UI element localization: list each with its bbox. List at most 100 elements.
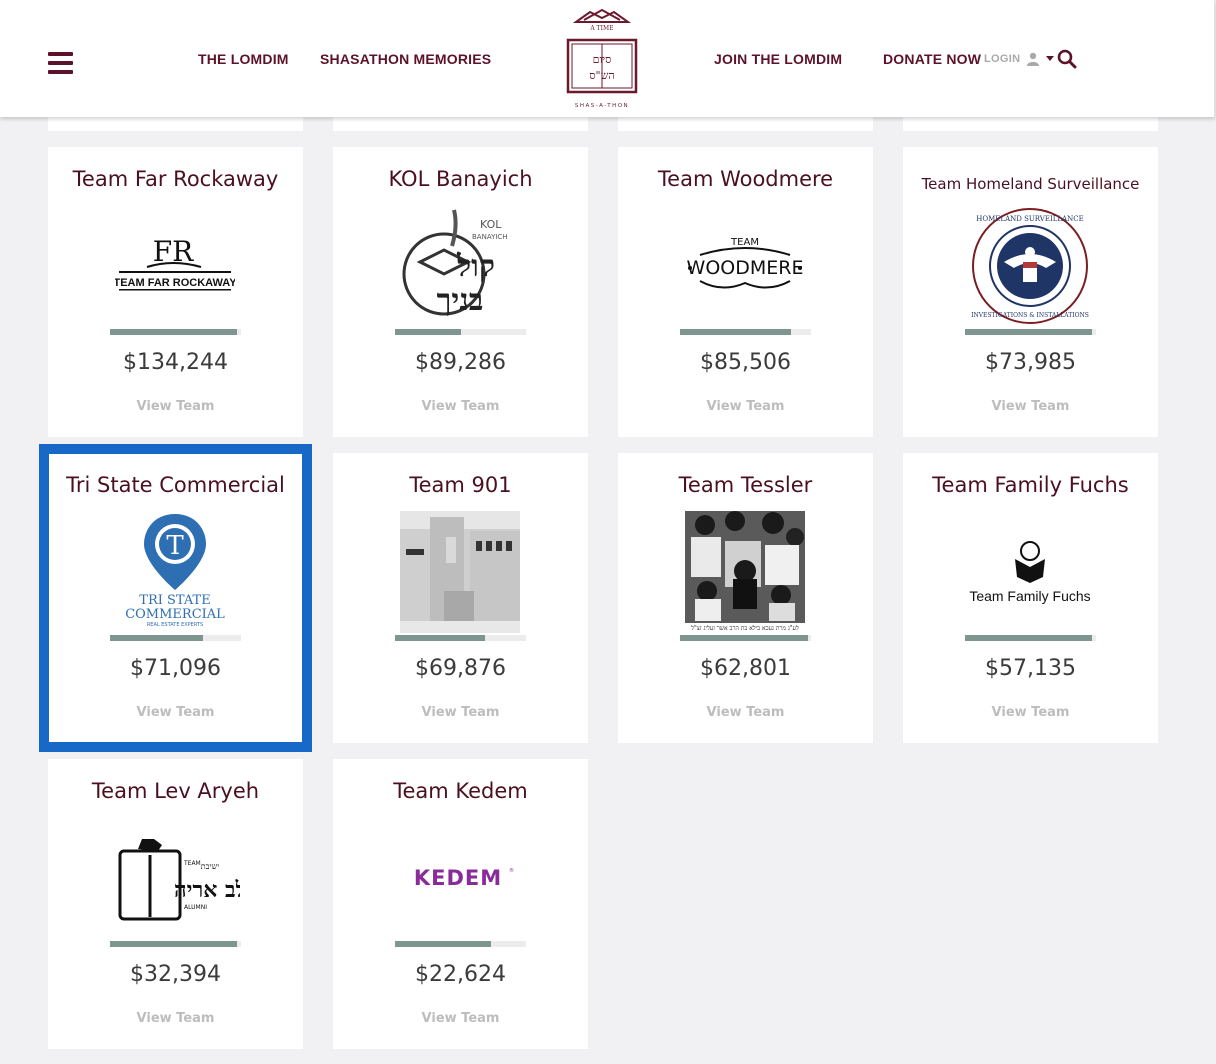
svg-text:HOMELAND SURVEILLANCE: HOMELAND SURVEILLANCE (976, 215, 1083, 223)
svg-text:®: ® (509, 867, 514, 874)
progress-bar (965, 635, 1096, 641)
chevron-down-icon[interactable] (1046, 56, 1054, 62)
raised-amount: $62,801 (700, 656, 791, 681)
svg-text:KEDEM: KEDEM (414, 866, 502, 890)
svg-text:ישיבת: ישיבת (201, 862, 220, 871)
card-partial (48, 117, 303, 131)
svg-text:קול: קול (456, 249, 495, 284)
raised-amount: $32,394 (130, 962, 221, 987)
svg-text:ALUMNI: ALUMNI (184, 904, 207, 911)
svg-text:סיום: סיום (593, 53, 612, 66)
site-logo[interactable]: A TIME סיום הש"ס SHAS-A-THON (560, 6, 644, 110)
progress-bar (110, 635, 241, 641)
raised-amount: $89,286 (415, 350, 506, 375)
menu-icon[interactable] (48, 52, 73, 75)
svg-text:REAL ESTATE EXPERTS: REAL ESTATE EXPERTS (147, 622, 203, 628)
raised-amount: $73,985 (985, 350, 1076, 375)
team-logo: T TRI STATE COMMERCIAL REAL ESTATE EXPER… (100, 511, 250, 633)
search-icon[interactable] (1057, 49, 1077, 69)
svg-text:KOL: KOL (480, 218, 502, 231)
svg-text:T: T (166, 531, 184, 561)
team-logo: לע"נ מרת נעכא בילא בת הרב אשר זעליג זצ"ל (670, 511, 820, 633)
svg-text:INVESTIGATIONS & INSTALLATIONS: INVESTIGATIONS & INSTALLATIONS (971, 312, 1089, 319)
progress-bar (965, 329, 1096, 335)
svg-text:TEAM FAR ROCKAWAY: TEAM FAR ROCKAWAY (115, 277, 235, 289)
svg-text:SHAS-A-THON: SHAS-A-THON (575, 103, 629, 109)
card-partial (903, 117, 1158, 131)
nav-donate-now[interactable]: DONATE NOW (883, 51, 981, 67)
team-name: Team Lev Aryeh (91, 779, 260, 803)
svg-text:לב אריה: לב אריה (174, 877, 240, 903)
team-logo: FR TEAM FAR ROCKAWAY (100, 205, 250, 327)
raised-amount: $22,624 (415, 962, 506, 987)
svg-text:WOODMERE: WOODMERE (687, 257, 804, 279)
raised-amount: $57,135 (985, 656, 1076, 681)
view-team-link[interactable]: View Team (618, 705, 873, 720)
svg-text:Team Family Fuchs: Team Family Fuchs (969, 588, 1090, 604)
raised-amount: $85,506 (700, 350, 791, 375)
nav-shasathon-memories[interactable]: SHASATHON MEMORIES (320, 51, 491, 67)
card-partial (333, 117, 588, 131)
progress-bar (395, 635, 526, 641)
progress-bar (110, 941, 241, 947)
svg-text:COMMERCIAL: COMMERCIAL (125, 607, 225, 622)
team-card-901[interactable]: Team 901 $69,876 View Team (333, 453, 588, 743)
view-team-link[interactable]: View Team (618, 399, 873, 414)
team-logo: TEAM ישיבת לב אריה ALUMNI (100, 817, 250, 939)
view-team-link[interactable]: View Team (333, 399, 588, 414)
raised-amount: $69,876 (415, 656, 506, 681)
view-team-link[interactable]: View Team (48, 705, 303, 720)
team-name: Team Family Fuchs (932, 473, 1129, 497)
raised-amount: $71,096 (130, 656, 221, 681)
raised-amount: $134,244 (123, 350, 228, 375)
team-name: Team Homeland Surveillance (921, 175, 1140, 193)
card-partial (618, 117, 873, 131)
nav-the-lomdim[interactable]: THE LOMDIM (198, 51, 289, 67)
team-name: KOL Banayich (388, 167, 533, 191)
team-name: Team Kedem (393, 779, 528, 803)
team-card-homeland-surveillance[interactable]: Team Homeland Surveillance HOMELAND SURV… (903, 147, 1158, 437)
svg-text:TEAM: TEAM (183, 860, 201, 867)
team-logo: KOL BANAYICH קול בניך (385, 205, 535, 327)
team-card-far-rockaway[interactable]: Team Far Rockaway FR TEAM FAR ROCKAWAY $… (48, 147, 303, 437)
team-logo: HOMELAND SURVEILLANCE INVESTIGATIONS & I… (955, 205, 1105, 327)
team-card-woodmere[interactable]: Team Woodmere TEAM WOODMERE $85,506 View… (618, 147, 873, 437)
svg-text:הש"ס: הש"ס (589, 69, 614, 82)
user-icon[interactable] (1026, 52, 1040, 66)
svg-text:TEAM: TEAM (730, 237, 759, 248)
svg-text:לע"נ מרת נעכא בילא בת הרב אשר: לע"נ מרת נעכא בילא בת הרב אשר זעליג זצ"ל (690, 625, 799, 632)
view-team-link[interactable]: View Team (48, 1011, 303, 1026)
team-logo: Team Family Fuchs (955, 511, 1105, 633)
svg-text:A TIME: A TIME (589, 25, 613, 32)
view-team-link[interactable]: View Team (903, 399, 1158, 414)
progress-bar (395, 329, 526, 335)
team-card-kol-banayich[interactable]: KOL Banayich KOL BANAYICH קול בניך $89,2… (333, 147, 588, 437)
progress-bar (680, 635, 811, 641)
progress-bar (395, 941, 526, 947)
team-card-tri-state-commercial[interactable]: Tri State Commercial T TRI STATE COMMERC… (39, 444, 312, 752)
view-team-link[interactable]: View Team (903, 705, 1158, 720)
login-link[interactable]: LOGIN (984, 53, 1020, 65)
view-team-link[interactable]: View Team (333, 705, 588, 720)
team-name: Team Woodmere (657, 167, 834, 191)
nav-join-the-lomdim[interactable]: JOIN THE LOMDIM (714, 51, 842, 67)
team-logo: TEAM WOODMERE (670, 205, 820, 327)
progress-bar (110, 329, 241, 335)
svg-text:בניך: בניך (437, 283, 484, 318)
team-name: Tri State Commercial (66, 473, 285, 497)
team-card-lev-aryeh[interactable]: Team Lev Aryeh TEAM ישיבת לב אריה ALUMNI… (48, 759, 303, 1049)
view-team-link[interactable]: View Team (333, 1011, 588, 1026)
team-logo (385, 511, 535, 633)
view-team-link[interactable]: View Team (48, 399, 303, 414)
team-name: Team Tessler (678, 473, 813, 497)
team-name: Team 901 (409, 473, 512, 497)
team-card-family-fuchs[interactable]: Team Family Fuchs Team Family Fuchs $57,… (903, 453, 1158, 743)
site-header: THE LOMDIM SHASATHON MEMORIES A TIME סיו… (0, 0, 1215, 117)
team-name: Team Far Rockaway (72, 167, 279, 191)
team-card-tessler[interactable]: Team Tessler לע"נ מרת נעכא בילא בת הרב א… (618, 453, 873, 743)
team-card-kedem[interactable]: Team Kedem KEDEM ® $22,624 View Team (333, 759, 588, 1049)
progress-bar (680, 329, 811, 335)
team-logo: KEDEM ® (385, 817, 535, 939)
svg-text:TRI STATE: TRI STATE (139, 593, 210, 608)
svg-text:BANAYICH: BANAYICH (472, 233, 508, 241)
